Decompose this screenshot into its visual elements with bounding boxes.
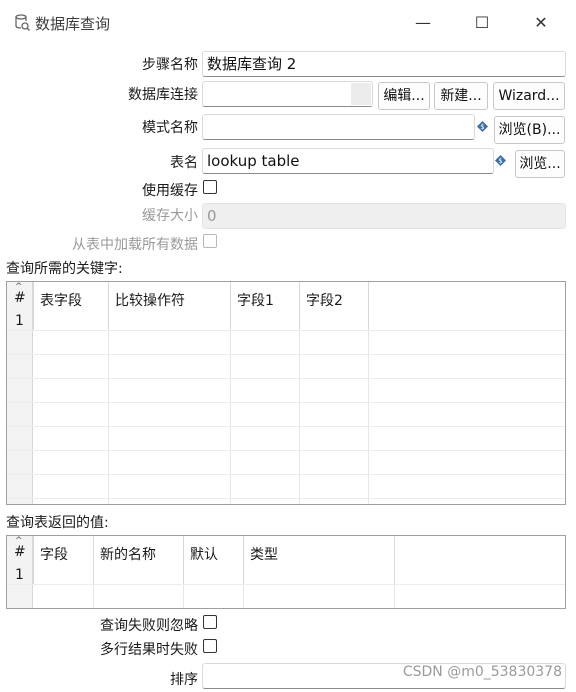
- return-values-table[interactable]: ^ # 字段 新的名称 默认 类型 1: [6, 535, 566, 609]
- edit-connection-button[interactable]: 编辑...: [378, 82, 430, 110]
- variable-icon: $: [495, 155, 506, 166]
- wizard-button[interactable]: Wizard...: [493, 82, 565, 110]
- browse-table-button[interactable]: 浏览...: [515, 150, 565, 178]
- title-bar: 数据库查询 — ☐ ✕: [0, 0, 576, 44]
- use-cache-checkbox[interactable]: [203, 180, 217, 194]
- multi-fail-checkbox[interactable]: [203, 639, 217, 653]
- table-label: 表名: [170, 155, 198, 171]
- connection-select[interactable]: [202, 81, 373, 107]
- database-query-icon: [15, 14, 30, 31]
- fail-ignore-label: 查询失败则忽略: [100, 618, 198, 634]
- close-button[interactable]: ✕: [529, 12, 553, 34]
- schema-input[interactable]: [202, 114, 475, 140]
- step-name-input[interactable]: 数据库查询 2: [202, 51, 566, 77]
- return-section-title: 查询表返回的值:: [6, 515, 109, 531]
- browse-schema-button[interactable]: 浏览(B)...: [494, 116, 565, 144]
- column-header-comparator[interactable]: 比较操作符: [109, 282, 231, 330]
- column-header-field[interactable]: 字段: [34, 536, 94, 584]
- cache-size-label: 缓存大小: [142, 208, 198, 224]
- watermark-text: CSDN @m0_53830378: [402, 664, 562, 680]
- multi-fail-label: 多行结果时失败: [100, 642, 198, 658]
- order-by-label: 排序: [170, 672, 198, 688]
- column-header-table-field[interactable]: 表字段: [34, 282, 109, 330]
- dropdown-arrow-icon[interactable]: [351, 83, 371, 105]
- svg-text:$: $: [480, 123, 484, 131]
- fail-ignore-checkbox[interactable]: [203, 615, 217, 629]
- step-name-label: 步骤名称: [142, 57, 198, 73]
- load-all-checkbox[interactable]: [203, 234, 217, 248]
- schema-label: 模式名称: [142, 120, 198, 136]
- variable-icon: $: [477, 121, 488, 132]
- column-header-new-name[interactable]: 新的名称: [94, 536, 184, 584]
- use-cache-label: 使用缓存: [142, 183, 198, 199]
- table-row-number: 1: [15, 313, 24, 329]
- minimize-button[interactable]: —: [411, 12, 435, 34]
- load-all-label: 从表中加载所有数据: [72, 237, 198, 253]
- column-header-field2[interactable]: 字段2: [300, 282, 369, 330]
- column-header-field1[interactable]: 字段1: [231, 282, 300, 330]
- maximize-button[interactable]: ☐: [470, 12, 494, 34]
- keys-section-title: 查询所需的关键字:: [6, 261, 123, 277]
- cache-size-input[interactable]: 0: [202, 203, 566, 229]
- table-input[interactable]: lookup table: [202, 148, 494, 174]
- keys-table[interactable]: ^ # 表字段 比较操作符 字段1 字段2 1: [6, 281, 566, 505]
- svg-text:$: $: [498, 157, 502, 165]
- new-connection-button[interactable]: 新建...: [434, 82, 488, 110]
- window-title: 数据库查询: [35, 15, 111, 33]
- column-header-type[interactable]: 类型: [244, 536, 395, 584]
- column-header-default[interactable]: 默认: [184, 536, 244, 584]
- connection-label: 数据库连接: [128, 87, 198, 103]
- table-row-number: 1: [15, 567, 24, 583]
